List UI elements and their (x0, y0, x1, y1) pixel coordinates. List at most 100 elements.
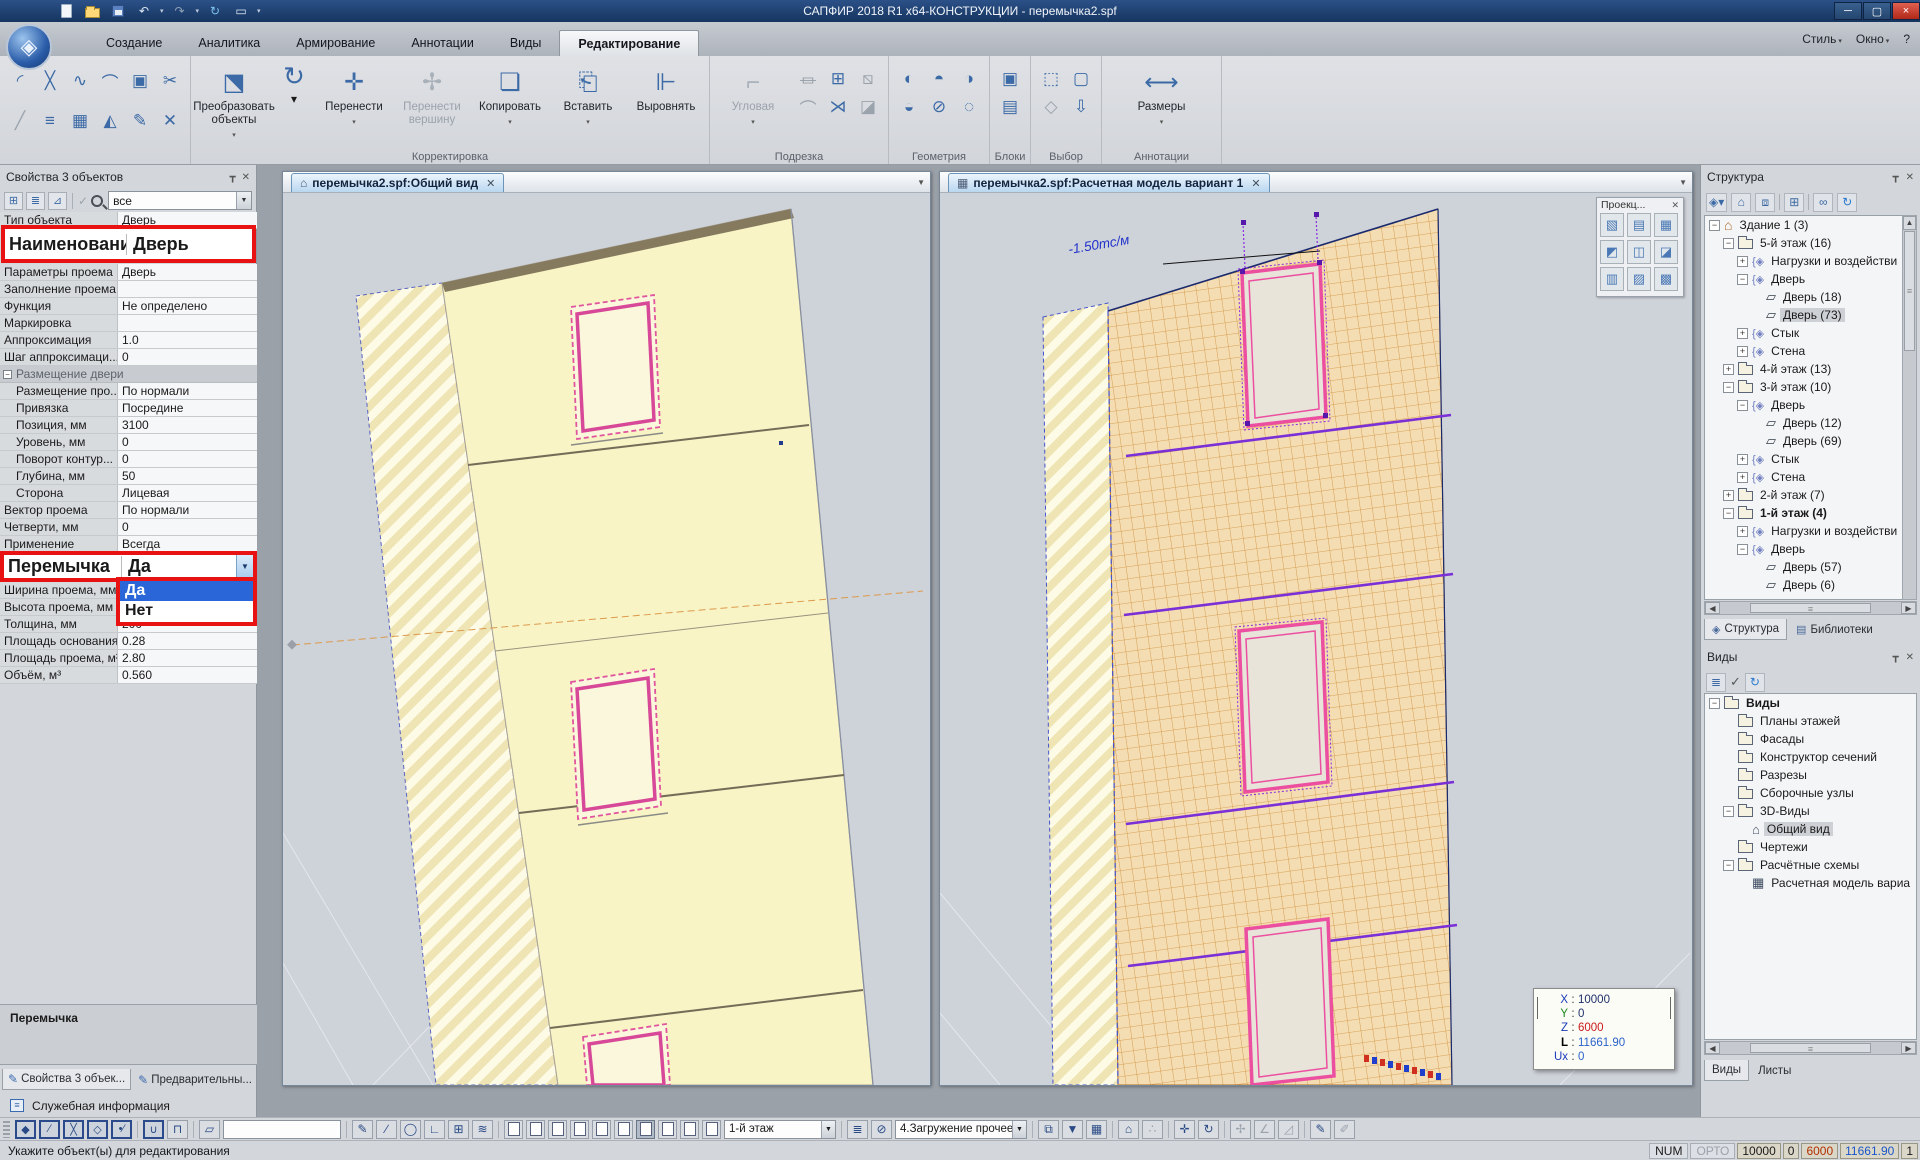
ortho-indicator[interactable]: ОРТО (1690, 1143, 1735, 1159)
select-all-icon[interactable]: ▢ (1068, 66, 1094, 92)
property-value[interactable]: Лицевая (118, 485, 257, 501)
close-panel-icon[interactable]: ✕ (1906, 172, 1914, 183)
close-view-icon[interactable]: ✕ (1251, 177, 1260, 190)
num-indicator[interactable]: NUM (1649, 1143, 1688, 1159)
property-value[interactable] (118, 281, 257, 297)
close-panel-icon[interactable]: ✕ (1906, 652, 1914, 663)
projection-back-icon[interactable]: ▤ (1627, 213, 1651, 237)
snap-point-button[interactable]: ◇ (87, 1120, 108, 1139)
list-view-icon[interactable]: ≣ (26, 192, 45, 210)
close-toolbar-icon[interactable]: ✕ (1671, 200, 1679, 211)
tree-item[interactable]: +{◈Стык (1705, 450, 1900, 468)
tree-item[interactable]: −5-й этаж (16) (1705, 234, 1900, 252)
magnet-screen-button[interactable]: ∪ (143, 1120, 164, 1139)
tree-item[interactable]: ▱Дверь (73) (1705, 306, 1900, 324)
lintel-dropdown-arrow-icon[interactable]: ▼ (236, 555, 253, 578)
transform-objects-button[interactable]: ⬔ Преобразовать объекты▾ (196, 61, 272, 147)
tab-views[interactable]: Виды (492, 30, 560, 56)
dropdown-option-no[interactable]: Нет (120, 601, 253, 621)
projection-bottom-icon[interactable]: ◪ (1654, 240, 1678, 264)
property-row[interactable]: Вектор проемаПо нормали (0, 502, 257, 519)
array-icon[interactable]: ▦ (67, 108, 93, 134)
tab-create[interactable]: Создание (88, 30, 180, 56)
add-view-icon[interactable]: ⊞ (1784, 193, 1804, 212)
tree-item[interactable]: −{◈Дверь (1705, 270, 1900, 288)
refresh-icon[interactable]: ↻ (1837, 193, 1857, 212)
tree-item[interactable]: +{◈Стена (1705, 468, 1900, 486)
property-value[interactable]: Всегда (118, 536, 257, 552)
fillet-icon[interactable]: ◜ (7, 68, 33, 94)
projection-dimetric-icon[interactable]: ▨ (1627, 267, 1651, 291)
property-row[interactable]: Размещение про...По нормали (0, 383, 257, 400)
slope-button[interactable]: ◿ (1278, 1120, 1299, 1139)
rename-icon[interactable]: ⊞ (825, 66, 851, 92)
property-row[interactable]: Шаг аппроксимаци...0 (0, 349, 257, 366)
union-icon[interactable]: ◐ (896, 66, 922, 92)
expand-toggle[interactable]: − (1723, 806, 1734, 817)
pan-button[interactable]: ✛ (1174, 1120, 1195, 1139)
dropdown-option-yes[interactable]: Да (120, 581, 253, 601)
tree-item[interactable]: ▱Дверь (57) (1705, 558, 1900, 576)
draw-circle-button[interactable]: ◯ (400, 1120, 421, 1139)
magnet-object-button[interactable]: ⊓ (167, 1120, 188, 1139)
coordinate-field[interactable]: 0 (1783, 1143, 1800, 1159)
property-value[interactable]: 0.560 (118, 667, 257, 683)
coordinate-input[interactable] (223, 1120, 341, 1139)
snap-node-button[interactable]: ◆ (15, 1120, 36, 1139)
tab-sheets[interactable]: Листы (1751, 1060, 1798, 1081)
angle-button[interactable]: ∠ (1254, 1120, 1275, 1139)
view-mode-5[interactable] (592, 1120, 611, 1139)
move-vertex-button[interactable]: ✢ Перенести вершину (394, 61, 470, 147)
refresh-views-icon[interactable]: ↻ (1745, 673, 1765, 692)
expand-toggle[interactable]: + (1723, 490, 1734, 501)
property-value[interactable]: 0.28 (118, 633, 257, 649)
property-value[interactable]: Не определено (118, 298, 257, 314)
expand-toggle[interactable]: + (1737, 256, 1748, 267)
tree-item[interactable]: +4-й этаж (13) (1705, 360, 1900, 378)
viewport-canvas-general[interactable] (283, 193, 930, 1085)
tree-item[interactable]: Сборочные узлы (1705, 784, 1916, 802)
load-case-combo[interactable]: 4.Загружение прочее▼ (895, 1120, 1027, 1139)
tree-item[interactable]: −{◈Дверь (1705, 540, 1900, 558)
tree-item[interactable]: −Расчётные схемы (1705, 856, 1916, 874)
projection-perspective-icon[interactable]: ▩ (1654, 267, 1678, 291)
tree-item[interactable]: −⌂Здание 1 (3) (1705, 216, 1900, 234)
view-mode-9[interactable] (680, 1120, 699, 1139)
workplane-button[interactable]: ▱ (199, 1120, 220, 1139)
intersect-icon[interactable]: ◑ (956, 66, 982, 92)
snap-midpoint-button[interactable]: •∕ (111, 1120, 132, 1139)
expand-toggle[interactable]: − (1737, 274, 1748, 285)
view-mode-4[interactable] (570, 1120, 589, 1139)
tab-preview[interactable]: ✎ Предварительны... (133, 1069, 257, 1090)
tree-item[interactable]: Конструктор сечений (1705, 748, 1916, 766)
expand-toggle[interactable]: + (1737, 472, 1748, 483)
dimensions-button[interactable]: ⟷ Размеры▾ (1124, 61, 1200, 147)
property-row[interactable]: Параметры проемаДверь (0, 264, 257, 281)
draw-hatch-button[interactable]: ≋ (472, 1120, 493, 1139)
property-row[interactable]: ФункцияНе определено (0, 298, 257, 315)
property-value[interactable]: По нормали (118, 502, 257, 518)
property-value[interactable]: 0 (118, 349, 257, 365)
pin-icon[interactable]: ┳ (1893, 172, 1899, 183)
tab-libraries[interactable]: ▤ Библиотеки (1789, 619, 1880, 640)
trim-icon[interactable]: ╳ (37, 68, 63, 94)
toolbar-grip[interactable] (3, 1121, 10, 1138)
outline-icon[interactable]: ◌ (956, 94, 982, 120)
property-row[interactable]: Уровень, мм0 (0, 434, 257, 451)
explode-block-icon[interactable]: ▤ (997, 94, 1023, 120)
property-value[interactable]: 1.0 (118, 332, 257, 348)
projection-left-icon[interactable]: ▦ (1654, 213, 1678, 237)
expand-toggle[interactable]: − (1709, 220, 1720, 231)
tree-item[interactable]: ⌂Общий вид (1705, 820, 1916, 838)
draw-grid-button[interactable]: ⊞ (448, 1120, 469, 1139)
expand-toggle[interactable]: − (1737, 544, 1748, 555)
tab-views-panel[interactable]: Виды (1704, 1060, 1749, 1081)
close-panel-icon[interactable]: ✕ (242, 172, 250, 183)
orbit-button[interactable]: ↻ (1198, 1120, 1219, 1139)
views-hscrollbar[interactable]: ◀≡▶ (1704, 1041, 1917, 1055)
spline-edit-icon[interactable]: ∿ (67, 68, 93, 94)
subtract-icon[interactable]: ◓ (926, 66, 952, 92)
view-mode-3[interactable] (548, 1120, 567, 1139)
property-row[interactable]: Площадь основания...0.28 (0, 633, 257, 650)
view-mode-1[interactable] (504, 1120, 523, 1139)
